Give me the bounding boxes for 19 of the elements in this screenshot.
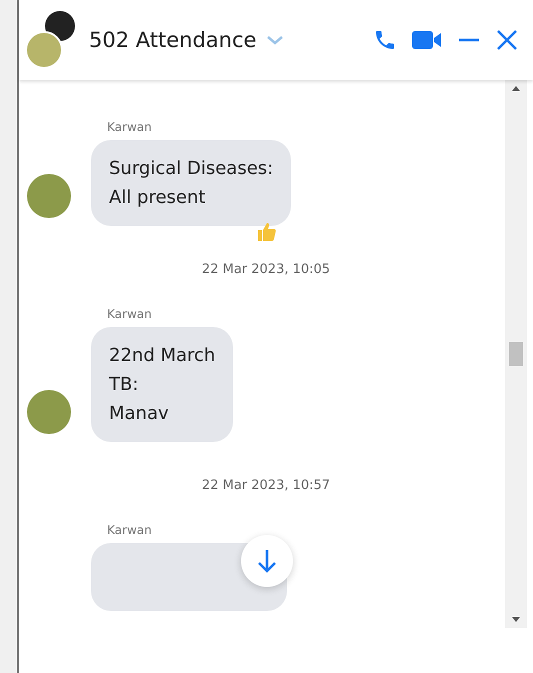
video-camera-icon[interactable] — [411, 29, 443, 51]
message-bubble: Surgical Diseases: All present — [91, 140, 292, 226]
sender-name: Karwan — [107, 307, 153, 321]
message-timestamp: 22 Mar 2023, 10:57 — [202, 478, 330, 493]
close-icon[interactable] — [495, 28, 519, 52]
scroll-up-arrow-icon[interactable] — [512, 86, 520, 91]
arrow-down-icon — [256, 548, 278, 574]
scroll-down-button[interactable] — [241, 535, 293, 587]
sender-name: Karwan — [107, 523, 153, 537]
message-bubble: 22nd March TB: Manav — [91, 327, 234, 442]
avatar — [27, 390, 71, 434]
scroll-down-arrow-icon[interactable] — [512, 617, 520, 622]
sender-name: Karwan — [107, 120, 153, 134]
phone-icon[interactable] — [373, 28, 397, 52]
scrollbar-thumb[interactable] — [509, 342, 523, 366]
chat-title[interactable]: 502 Attendance — [89, 28, 256, 52]
message-timestamp: 22 Mar 2023, 10:05 — [202, 262, 330, 277]
avatar — [27, 174, 71, 218]
scrollbar[interactable] — [505, 80, 527, 628]
